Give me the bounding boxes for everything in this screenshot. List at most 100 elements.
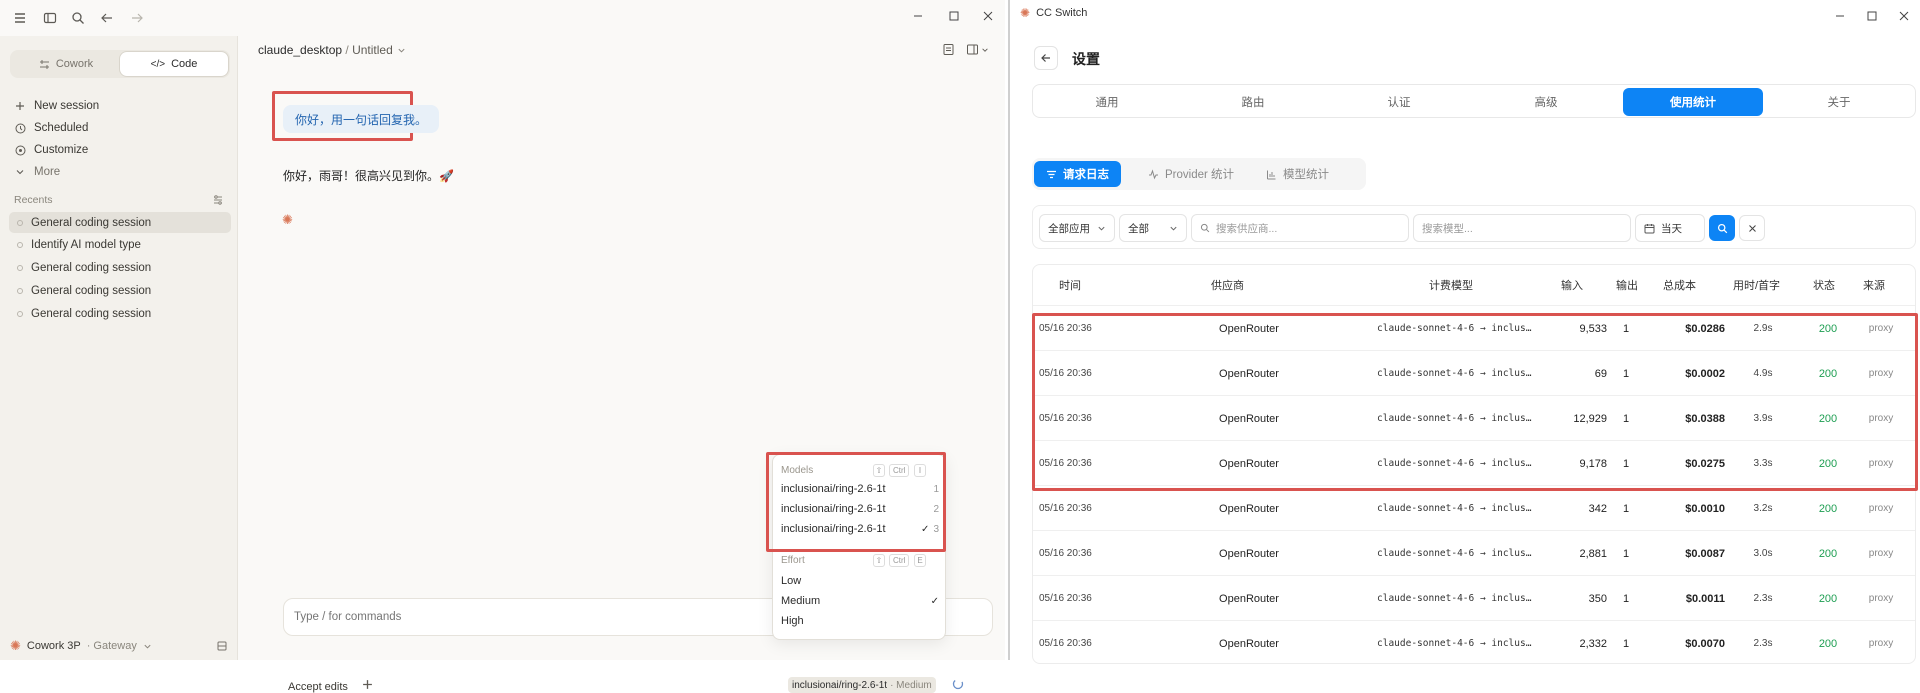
cell-output: 1 [1622,592,1630,605]
session-dot-icon [17,264,23,271]
effort-chip-label: · Medium [890,679,932,691]
subtab-model-stats[interactable]: 模型统计 [1254,161,1341,187]
forward-arrow-icon[interactable] [125,6,149,30]
cell-duration: 3.0s [1753,548,1773,559]
cell-source: proxy [1868,503,1894,514]
effort-option[interactable]: High [781,611,939,631]
maximize-icon[interactable] [1854,4,1890,28]
new-session-button[interactable]: New session [14,96,99,116]
column-header-output: 输出 [1616,280,1638,292]
maximize-icon[interactable] [936,4,972,28]
model-search-input[interactable]: 搜索模型... [1413,214,1631,242]
effort-shortcut-ctrl: Ctrl [889,554,910,567]
account-switcher[interactable]: ✺ Cowork 3P · Gateway [10,638,152,654]
file-name[interactable]: Untitled [352,43,393,57]
cell-provider: OpenRouter [1219,592,1279,605]
tab-general[interactable]: 通用 [1037,88,1177,116]
provider-search-input[interactable]: 搜索供应商... [1191,214,1409,242]
tab-usage-stats[interactable]: 使用统计 [1623,88,1763,116]
back-arrow-icon[interactable] [95,6,119,30]
status-filter-select[interactable]: 全部 [1119,214,1187,242]
session-dot-icon [17,287,23,294]
cell-output: 1 [1622,637,1630,650]
effort-option-selected[interactable]: Medium ✓ [781,591,939,611]
code-mode-button[interactable]: </> Code [120,52,228,76]
recent-session-item[interactable]: Identify AI model type [9,234,231,255]
cell-status: 200 [1818,502,1838,515]
cell-input: 2,881 [1579,547,1607,560]
table-row[interactable]: 05/16 20:36 OpenRouter claude-sonnet-4-6 →… [1033,485,1915,530]
clear-filter-button[interactable] [1739,215,1765,241]
column-header-source: 来源 [1863,280,1885,292]
recent-session-label: General coding session [31,216,152,229]
customize-button[interactable]: Customize [14,140,88,160]
recent-session-item[interactable]: General coding session [9,257,231,278]
project-name[interactable]: claude_desktop [258,43,342,57]
subtab-provider-stats[interactable]: Provider 统计 [1136,161,1246,187]
table-row[interactable]: 05/16 20:36 OpenRouter claude-sonnet-4-6 →… [1033,575,1915,620]
tab-about[interactable]: 关于 [1769,88,1909,116]
minimize-icon[interactable] [1822,4,1858,28]
recent-session-item[interactable]: General coding session [9,303,231,324]
effort-option[interactable]: Low [781,571,939,591]
chevron-down-icon [1097,224,1106,233]
cell-duration: 2.3s [1753,638,1773,649]
search-button[interactable] [1709,215,1735,241]
cell-source: proxy [1868,548,1894,559]
recents-heading: Recents [14,194,53,206]
menu-icon[interactable] [8,6,32,30]
more-button[interactable]: More [14,162,60,182]
document-icon[interactable] [942,43,955,56]
checkmark-icon: ✓ [930,595,939,607]
settings-panel-icon[interactable] [216,640,228,652]
table-row[interactable]: 05/16 20:36 OpenRouter claude-sonnet-4-6 →… [1033,530,1915,575]
subtab-label: 模型统计 [1283,169,1329,181]
panel-layout-icon[interactable] [966,43,989,56]
back-button[interactable] [1034,46,1058,70]
scheduled-label: Scheduled [34,122,89,134]
add-attachment-icon[interactable] [362,679,373,690]
sidebar: Cowork </> Code New session Scheduled Cu… [0,36,238,660]
cell-total-cost: $0.0010 [1685,502,1725,515]
loading-spinner-icon [952,678,964,690]
scheduled-button[interactable]: Scheduled [14,118,88,138]
cell-status: 200 [1818,547,1838,560]
recent-session-item[interactable]: General coding session [9,280,231,301]
cowork-label: Cowork [55,58,94,70]
tab-auth[interactable]: 认证 [1329,88,1469,116]
date-range-picker[interactable]: 当天 [1635,214,1705,242]
accept-edits-button[interactable]: Accept edits [288,681,348,693]
command-input[interactable] [294,611,694,623]
recent-session-item[interactable]: General coding session [9,212,231,233]
mode-toggle: Cowork </> Code [10,50,230,78]
filter-icon[interactable] [212,194,224,206]
effort-shortcut-key: E [914,554,926,567]
column-header-status: 状态 [1813,280,1835,292]
effort-option-label: Low [781,575,802,587]
cowork-mode-button[interactable]: Cowork [12,52,120,76]
page-title: 设置 [1072,51,1100,67]
tab-routing[interactable]: 路由 [1183,88,1323,116]
app-logo-icon: ✺ [1020,6,1031,20]
search-icon[interactable] [66,6,90,30]
column-header-provider: 供应商 [1211,280,1244,292]
sidebar-toggle-icon[interactable] [38,6,62,30]
table-row[interactable]: 05/16 20:36 OpenRouter claude-sonnet-4-6 →… [1033,620,1915,663]
cell-total-cost: $0.0070 [1685,637,1725,650]
cell-billing-model: claude-sonnet-4-6 → inclus… [1377,638,1532,649]
model-selector-chip[interactable]: inclusionai/ring-2.6-1t · Medium [788,677,936,693]
settings-tabs: 通用 路由 认证 高级 使用统计 关于 [1032,84,1916,118]
cell-input: 342 [1588,502,1607,515]
cell-billing-model: claude-sonnet-4-6 → inclus… [1377,593,1532,604]
app-filter-select[interactable]: 全部应用 [1039,214,1115,242]
tab-advanced[interactable]: 高级 [1476,88,1616,116]
claude-logo-icon: ✺ [10,638,21,653]
session-dot-icon [17,219,23,226]
close-icon[interactable] [1886,4,1920,28]
close-icon[interactable] [970,4,1006,28]
calendar-icon [1644,223,1655,234]
column-header-time: 时间 [1059,280,1081,292]
minimize-icon[interactable] [900,4,936,28]
subtab-request-log[interactable]: 请求日志 [1034,161,1121,187]
chevron-down-icon[interactable] [397,46,406,55]
